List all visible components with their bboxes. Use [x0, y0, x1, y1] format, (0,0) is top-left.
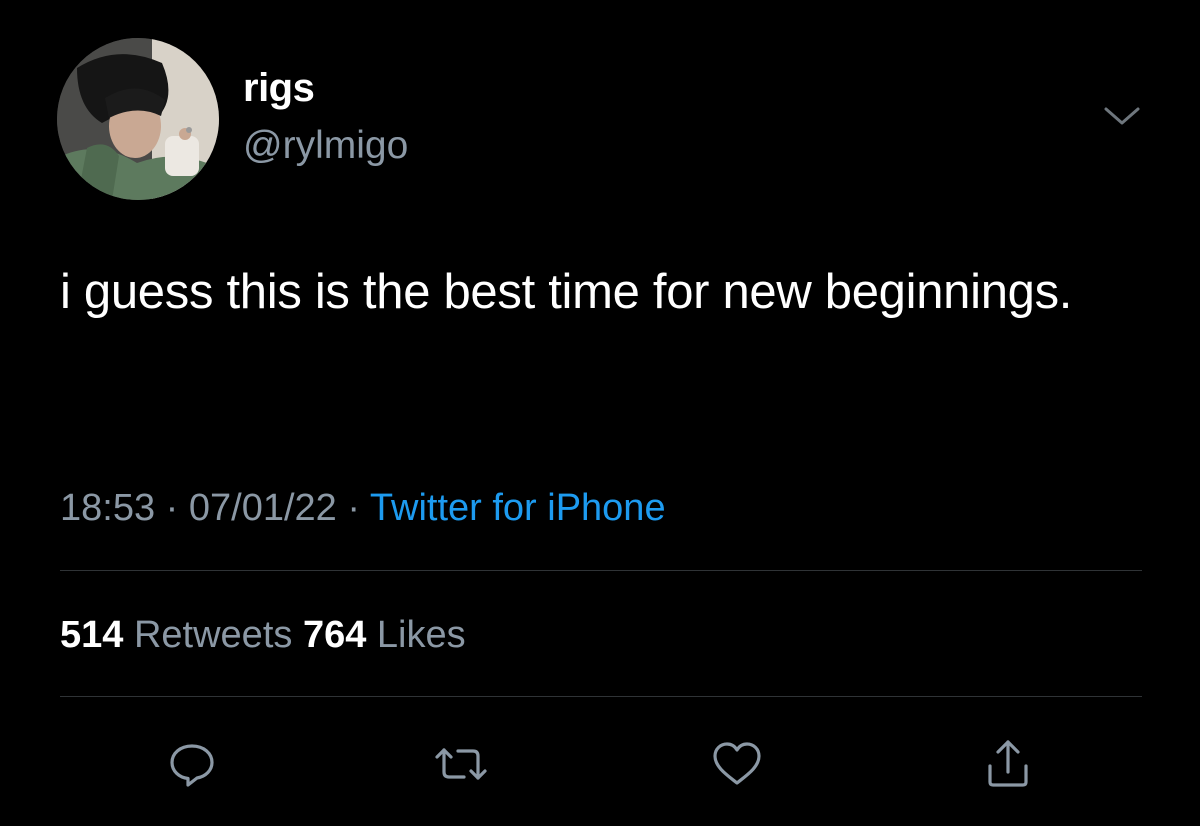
likes-count: 764 [302, 614, 367, 656]
retweet-button[interactable] [431, 734, 491, 794]
reply-button[interactable] [162, 734, 222, 794]
divider [60, 696, 1142, 697]
reply-icon [170, 744, 214, 787]
tweet-card: rigs @rylmigo i guess this is the best t… [0, 0, 1200, 826]
tweet-text: i guess this is the best time for new be… [60, 265, 1073, 319]
retweet-icon [435, 748, 487, 780]
avatar[interactable] [57, 38, 219, 200]
like-button[interactable] [707, 734, 767, 794]
tweet-date: 07/01/22 [188, 487, 337, 529]
likes-stat[interactable]: 764 Likes [303, 614, 466, 656]
avatar-image [57, 38, 219, 200]
chevron-down-icon[interactable] [1100, 100, 1144, 132]
heart-icon [713, 742, 761, 785]
tweet-stats: 514 Retweets 764 Likes [60, 612, 466, 658]
display-name[interactable]: rigs [243, 66, 315, 110]
tweet-source-link[interactable]: Twitter for iPhone [370, 487, 666, 529]
share-icon [988, 740, 1028, 787]
meta-separator: · [165, 487, 179, 529]
tweet-time: 18:53 [60, 487, 156, 529]
user-handle[interactable]: @rylmigo [243, 124, 408, 168]
retweets-count: 514 [60, 614, 124, 656]
retweets-label: Retweets [133, 614, 293, 656]
divider [60, 570, 1142, 571]
share-button[interactable] [978, 734, 1038, 794]
meta-separator: · [347, 487, 361, 529]
retweets-stat[interactable]: 514 Retweets [60, 614, 292, 656]
tweet-meta: 18:53 · 07/01/22 · Twitter for iPhone [60, 484, 666, 532]
likes-label: Likes [376, 614, 466, 656]
action-bar [0, 734, 1200, 794]
